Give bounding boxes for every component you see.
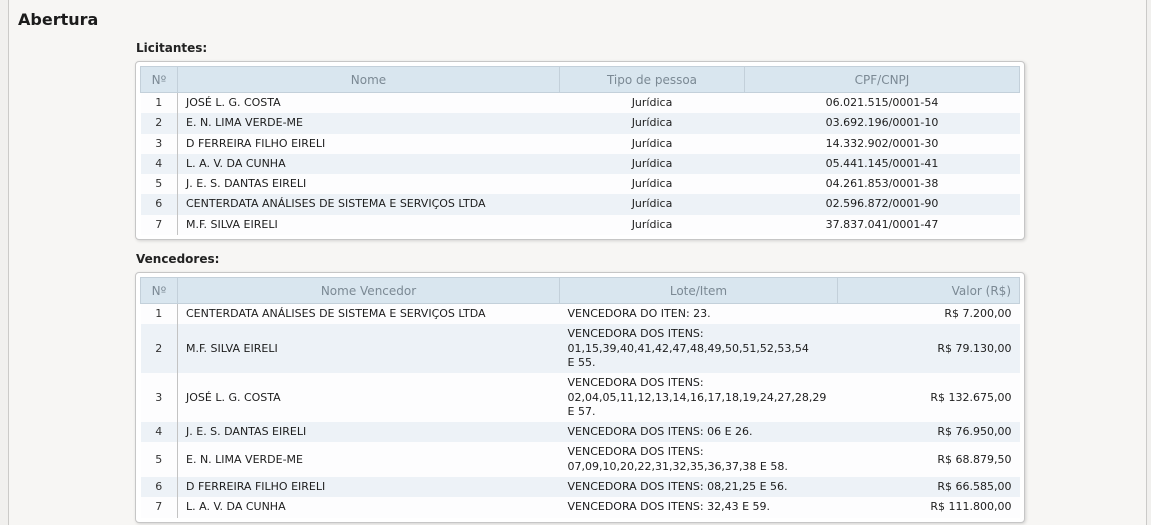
cpf-cnpj-cell: 04.261.853/0001-38 — [745, 174, 1020, 194]
winner-name-cell: E. N. LIMA VERDE-ME — [178, 442, 560, 477]
person-type-cell: Jurídica — [560, 134, 745, 154]
value-cell: R$ 111.800,00 — [838, 497, 1020, 517]
person-type-cell: Jurídica — [560, 113, 745, 133]
table-row: 5E. N. LIMA VERDE-MEVENCEDORA DOS ITENS:… — [141, 442, 1020, 477]
row-number-cell: 5 — [141, 442, 178, 477]
licitantes-table: Nº Nome Tipo de pessoa CPF/CNPJ 1JOSÉ L.… — [140, 66, 1020, 235]
lote-item-cell: VENCEDORA DO ITEN: 23. — [560, 304, 838, 325]
licitantes-section: Licitantes: Nº Nome Tipo de pessoa CPF/C… — [135, 41, 1025, 240]
column-header-lote-item: Lote/Item — [560, 278, 838, 304]
table-row: 6D FERREIRA FILHO EIRELIVENCEDORA DOS IT… — [141, 477, 1020, 497]
row-number-cell: 1 — [141, 304, 178, 325]
value-cell: R$ 132.675,00 — [838, 373, 1020, 422]
row-number-cell: 6 — [141, 194, 178, 214]
table-row: 5J. E. S. DANTAS EIRELIJurídica04.261.85… — [141, 174, 1020, 194]
value-cell: R$ 7.200,00 — [838, 304, 1020, 325]
row-number-cell: 2 — [141, 324, 178, 373]
row-number-cell: 1 — [141, 93, 178, 114]
cpf-cnpj-cell: 03.692.196/0001-10 — [745, 113, 1020, 133]
bidder-name-cell: L. A. V. DA CUNHA — [178, 154, 560, 174]
bidder-name-cell: J. E. S. DANTAS EIRELI — [178, 174, 560, 194]
winner-name-cell: JOSÉ L. G. COSTA — [178, 373, 560, 422]
column-header-nome: Nome — [178, 67, 560, 93]
table-row: 4J. E. S. DANTAS EIRELIVENCEDORA DOS ITE… — [141, 422, 1020, 442]
cpf-cnpj-cell: 02.596.872/0001-90 — [745, 194, 1020, 214]
row-number-cell: 3 — [141, 134, 178, 154]
value-cell: R$ 68.879,50 — [838, 442, 1020, 477]
column-header-tipo-pessoa: Tipo de pessoa — [560, 67, 745, 93]
licitantes-table-body: 1JOSÉ L. G. COSTAJurídica06.021.515/0001… — [141, 93, 1020, 236]
winner-name-cell: M.F. SILVA EIRELI — [178, 324, 560, 373]
vencedores-table: Nº Nome Vencedor Lote/Item Valor (R$) 1C… — [140, 277, 1020, 518]
lote-item-cell: VENCEDORA DOS ITENS: 07,09,10,20,22,31,3… — [560, 442, 838, 477]
column-header-cpf-cnpj: CPF/CNPJ — [745, 67, 1020, 93]
table-row: 7M.F. SILVA EIRELIJurídica37.837.041/000… — [141, 215, 1020, 235]
column-header-nome-vencedor: Nome Vencedor — [178, 278, 560, 304]
winner-name-cell: CENTERDATA ANÁLISES DE SISTEMA E SERVIÇO… — [178, 304, 560, 325]
tables-area: Licitantes: Nº Nome Tipo de pessoa CPF/C… — [135, 41, 1025, 523]
person-type-cell: Jurídica — [560, 93, 745, 114]
content-panel: Abertura Licitantes: Nº Nome Tipo de pes… — [8, 0, 1147, 525]
column-header-valor: Valor (R$) — [838, 278, 1020, 304]
lote-item-cell: VENCEDORA DOS ITENS: 32,43 E 59. — [560, 497, 838, 517]
value-cell: R$ 79.130,00 — [838, 324, 1020, 373]
bidder-name-cell: E. N. LIMA VERDE-ME — [178, 113, 560, 133]
bidder-name-cell: JOSÉ L. G. COSTA — [178, 93, 560, 114]
row-number-cell: 2 — [141, 113, 178, 133]
table-row: 6CENTERDATA ANÁLISES DE SISTEMA E SERVIÇ… — [141, 194, 1020, 214]
value-cell: R$ 66.585,00 — [838, 477, 1020, 497]
person-type-cell: Jurídica — [560, 174, 745, 194]
vencedores-table-box: Nº Nome Vencedor Lote/Item Valor (R$) 1C… — [135, 272, 1025, 523]
vencedores-section: Vencedores: Nº Nome Vencedor Lote/Item V… — [135, 252, 1025, 523]
lote-item-cell: VENCEDORA DOS ITENS: 02,04,05,11,12,13,1… — [560, 373, 838, 422]
cpf-cnpj-cell: 05.441.145/0001-41 — [745, 154, 1020, 174]
table-row: 1JOSÉ L. G. COSTAJurídica06.021.515/0001… — [141, 93, 1020, 114]
row-number-cell: 3 — [141, 373, 178, 422]
licitantes-label: Licitantes: — [136, 41, 1025, 55]
row-number-cell: 5 — [141, 174, 178, 194]
person-type-cell: Jurídica — [560, 154, 745, 174]
bidder-name-cell: CENTERDATA ANÁLISES DE SISTEMA E SERVIÇO… — [178, 194, 560, 214]
row-number-cell: 7 — [141, 215, 178, 235]
lote-item-cell: VENCEDORA DOS ITENS: 01,15,39,40,41,42,4… — [560, 324, 838, 373]
column-header-numero: Nº — [141, 278, 178, 304]
value-cell: R$ 76.950,00 — [838, 422, 1020, 442]
lote-item-cell: VENCEDORA DOS ITENS: 06 E 26. — [560, 422, 838, 442]
vencedores-table-body: 1CENTERDATA ANÁLISES DE SISTEMA E SERVIÇ… — [141, 304, 1020, 518]
table-row: 4L. A. V. DA CUNHAJurídica05.441.145/000… — [141, 154, 1020, 174]
winner-name-cell: L. A. V. DA CUNHA — [178, 497, 560, 517]
row-number-cell: 4 — [141, 154, 178, 174]
page-title: Abertura — [18, 10, 1146, 29]
cpf-cnpj-cell: 14.332.902/0001-30 — [745, 134, 1020, 154]
row-number-cell: 6 — [141, 477, 178, 497]
licitantes-header-row: Nº Nome Tipo de pessoa CPF/CNPJ — [141, 67, 1020, 93]
table-row: 2M.F. SILVA EIRELIVENCEDORA DOS ITENS: 0… — [141, 324, 1020, 373]
winner-name-cell: D FERREIRA FILHO EIRELI — [178, 477, 560, 497]
vencedores-label: Vencedores: — [136, 252, 1025, 266]
table-row: 7L. A. V. DA CUNHAVENCEDORA DOS ITENS: 3… — [141, 497, 1020, 517]
table-row: 1CENTERDATA ANÁLISES DE SISTEMA E SERVIÇ… — [141, 304, 1020, 325]
bidder-name-cell: D FERREIRA FILHO EIRELI — [178, 134, 560, 154]
table-row: 2E. N. LIMA VERDE-MEJurídica03.692.196/0… — [141, 113, 1020, 133]
person-type-cell: Jurídica — [560, 194, 745, 214]
table-row: 3D FERREIRA FILHO EIRELIJurídica14.332.9… — [141, 134, 1020, 154]
table-row: 3JOSÉ L. G. COSTAVENCEDORA DOS ITENS: 02… — [141, 373, 1020, 422]
row-number-cell: 7 — [141, 497, 178, 517]
person-type-cell: Jurídica — [560, 215, 745, 235]
winner-name-cell: J. E. S. DANTAS EIRELI — [178, 422, 560, 442]
column-header-numero: Nº — [141, 67, 178, 93]
vencedores-header-row: Nº Nome Vencedor Lote/Item Valor (R$) — [141, 278, 1020, 304]
lote-item-cell: VENCEDORA DOS ITENS: 08,21,25 E 56. — [560, 477, 838, 497]
cpf-cnpj-cell: 37.837.041/0001-47 — [745, 215, 1020, 235]
cpf-cnpj-cell: 06.021.515/0001-54 — [745, 93, 1020, 114]
bidder-name-cell: M.F. SILVA EIRELI — [178, 215, 560, 235]
licitantes-table-box: Nº Nome Tipo de pessoa CPF/CNPJ 1JOSÉ L.… — [135, 61, 1025, 240]
row-number-cell: 4 — [141, 422, 178, 442]
